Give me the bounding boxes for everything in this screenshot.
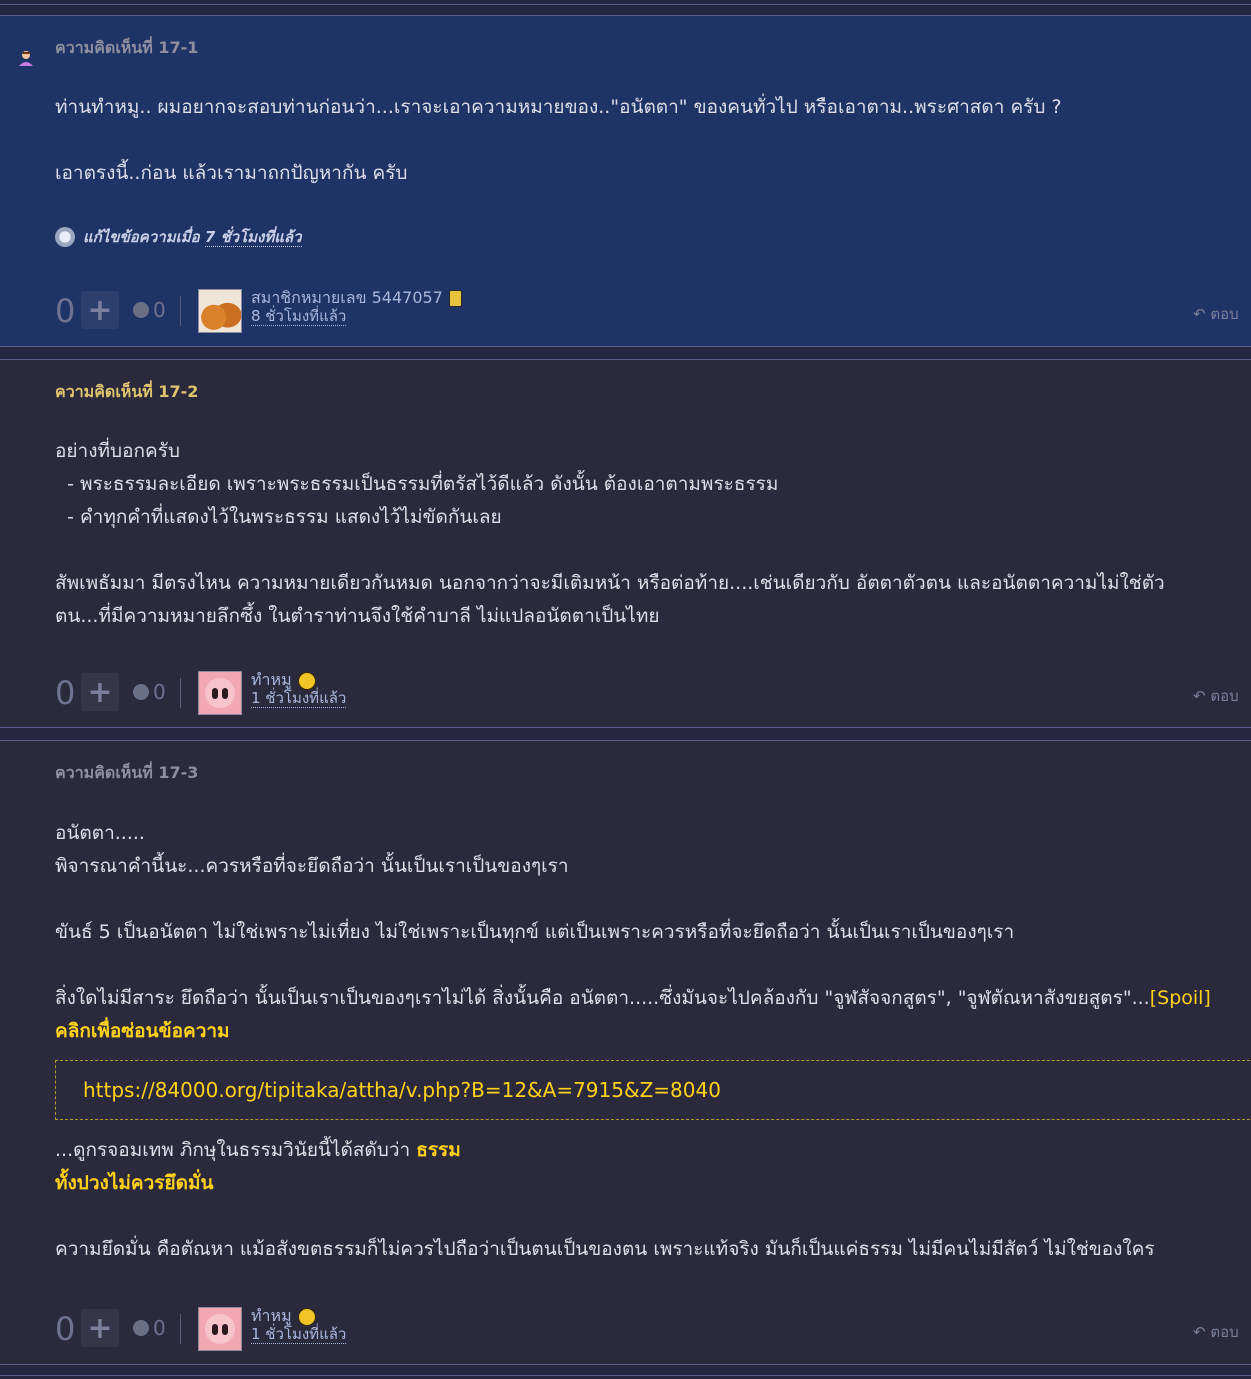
- footer-divider: [180, 678, 181, 708]
- smile-emoji-icon: [297, 671, 316, 690]
- body-line: ความยึดมั่น คือตัณหา แม้อสังขตธรรมก็ไม่ค…: [55, 1238, 1155, 1260]
- post-time[interactable]: 1 ชั่วโมงที่แล้ว: [251, 690, 347, 708]
- spoiler-hide-link[interactable]: คลิกเพื่อซ่อนข้อความ: [55, 1015, 1251, 1048]
- comment-number: ความคิดเห็นที่ 17-1: [55, 38, 199, 57]
- spoiler-url-link[interactable]: https://84000.org/tipitaka/attha/v.php?B…: [83, 1074, 721, 1107]
- body-line: [55, 949, 1251, 982]
- comment-footer: 0 + 0 ทำหมู 1 ชั่วโมงที่แล้ว ↶ ตอบ: [0, 1304, 1251, 1352]
- reply-icon: ↶: [1193, 687, 1206, 705]
- comment-footer: 0 + 0 สมาชิกหมายเลข 5447057 8 ชั่วโมงที่…: [0, 286, 1251, 334]
- body-line: [55, 124, 1251, 157]
- body-line: พิจารณาคำนี้นะ...ควรหรือที่จะยึดถือว่า น…: [55, 855, 569, 877]
- reply-icon: ↶: [1193, 1323, 1206, 1341]
- pig-avatar-icon: [205, 678, 235, 708]
- comment-17-3: ความคิดเห็นที่ 17-3 อนัตตา..... พิจารณาค…: [0, 740, 1251, 1365]
- vote-score: 0: [55, 292, 76, 330]
- reply-icon: ↶: [1193, 305, 1206, 323]
- member-badge-icon: [448, 290, 462, 307]
- body-line: - พระธรรมละเอียด เพราะพระธรรมเป็นธรรมที่…: [55, 473, 779, 495]
- comment-17-1: ความคิดเห็นที่ 17-1 ท่านทำหมู.. ผมอยากจะ…: [0, 15, 1251, 347]
- spoiler-line: สิ่งใดไม่มีสาระ ยึดถือว่า นั้นเป็นเราเป็…: [55, 987, 1211, 1009]
- edit-notice: แก้ไขข้อความเมื่อ 7 ชั่วโมงที่แล้ว: [55, 225, 302, 249]
- quote-line: ...ดูกรจอมเทพ ภิกษุในธรรมวินัยนี้ได้สดับ…: [55, 1139, 461, 1161]
- body-line: [55, 534, 1251, 567]
- avatar[interactable]: [198, 671, 242, 715]
- vote-plus-button[interactable]: +: [81, 291, 119, 329]
- quote-highlight: ธรรม: [416, 1139, 461, 1161]
- vote-plus-button[interactable]: +: [81, 673, 119, 711]
- vote-plus-button[interactable]: +: [81, 1309, 119, 1347]
- edit-time: 7 ชั่วโมงที่แล้ว: [204, 228, 302, 247]
- comment-body: อย่างที่บอกครับ - พระธรรมละเอียด เพราะพร…: [55, 435, 1251, 633]
- reply-button[interactable]: ↶ ตอบ: [1193, 302, 1239, 326]
- comment-17-2: ความคิดเห็นที่ 17-2 อย่างที่บอกครับ - พร…: [0, 359, 1251, 728]
- edit-prefix: แก้ไขข้อความเมื่อ 7 ชั่วโมงที่แล้ว: [83, 228, 302, 247]
- body-line: ขันธ์ 5 เป็นอนัตตา ไม่ใช่เพราะไม่เที่ยง …: [55, 921, 1015, 943]
- body-line: - คำทุกคำที่แสดงไว้ในพระธรรม แสดงไว้ไม่ข…: [55, 506, 502, 528]
- body-line: อนัตตา.....: [55, 822, 145, 844]
- emotion-icon[interactable]: [133, 302, 149, 318]
- body-line: อย่างที่บอกครับ: [55, 440, 180, 462]
- body-line: [55, 883, 1251, 916]
- emotion-icon[interactable]: [133, 1320, 149, 1336]
- spoiler-content: https://84000.org/tipitaka/attha/v.php?B…: [55, 1060, 1251, 1120]
- user-owner-icon: [19, 51, 33, 66]
- reply-button[interactable]: ↶ ตอบ: [1193, 684, 1239, 708]
- emotion-count: 0: [153, 1316, 166, 1340]
- emotion-icon[interactable]: [133, 684, 149, 700]
- footer-divider: [180, 1314, 181, 1344]
- body-line: สัพเพธัมมา มีตรงไหน ความหมายเดียวกันหมด …: [55, 572, 1165, 594]
- top-separator: [0, 4, 1251, 5]
- avatar[interactable]: [198, 289, 242, 333]
- quote-highlight-line: ทั้งปวงไม่ควรยึดมั่น: [55, 1172, 214, 1194]
- smile-emoji-icon: [297, 1307, 316, 1326]
- footer-divider: [180, 296, 181, 326]
- avatar[interactable]: [198, 1307, 242, 1351]
- pig-avatar-icon: [205, 1314, 235, 1344]
- comment-body: อนัตตา..... พิจารณาคำนี้นะ...ควรหรือที่จ…: [55, 817, 1251, 1266]
- emotion-count: 0: [153, 298, 166, 322]
- body-line: เอาตรงนี้..ก่อน แล้วเรามาถกปัญหากัน ครับ: [55, 162, 408, 184]
- spoiler-tag[interactable]: [Spoil]: [1150, 987, 1211, 1009]
- vote-score: 0: [55, 1310, 76, 1348]
- comment-body: ท่านทำหมู.. ผมอยากจะสอบท่านก่อนว่า...เรา…: [55, 91, 1251, 190]
- vote-score: 0: [55, 674, 76, 712]
- comment-number: ความคิดเห็นที่ 17-3: [55, 763, 199, 782]
- comment-number: ความคิดเห็นที่ 17-2: [55, 382, 199, 401]
- body-line: ตน...ที่มีความหมายลึกซึ้ง ในตำราท่านจึงใ…: [55, 605, 660, 627]
- comment-footer: 0 + 0 ทำหมู 1 ชั่วโมงที่แล้ว ↶ ตอบ: [0, 668, 1251, 716]
- reply-button[interactable]: ↶ ตอบ: [1193, 1320, 1239, 1344]
- edit-clock-icon: [55, 227, 75, 247]
- post-time[interactable]: 8 ชั่วโมงที่แล้ว: [251, 308, 347, 326]
- emotion-count: 0: [153, 680, 166, 704]
- body-line: ท่านทำหมู.. ผมอยากจะสอบท่านก่อนว่า...เรา…: [55, 96, 1062, 118]
- bottom-separator: [0, 1375, 1251, 1376]
- post-time[interactable]: 1 ชั่วโมงที่แล้ว: [251, 1326, 347, 1344]
